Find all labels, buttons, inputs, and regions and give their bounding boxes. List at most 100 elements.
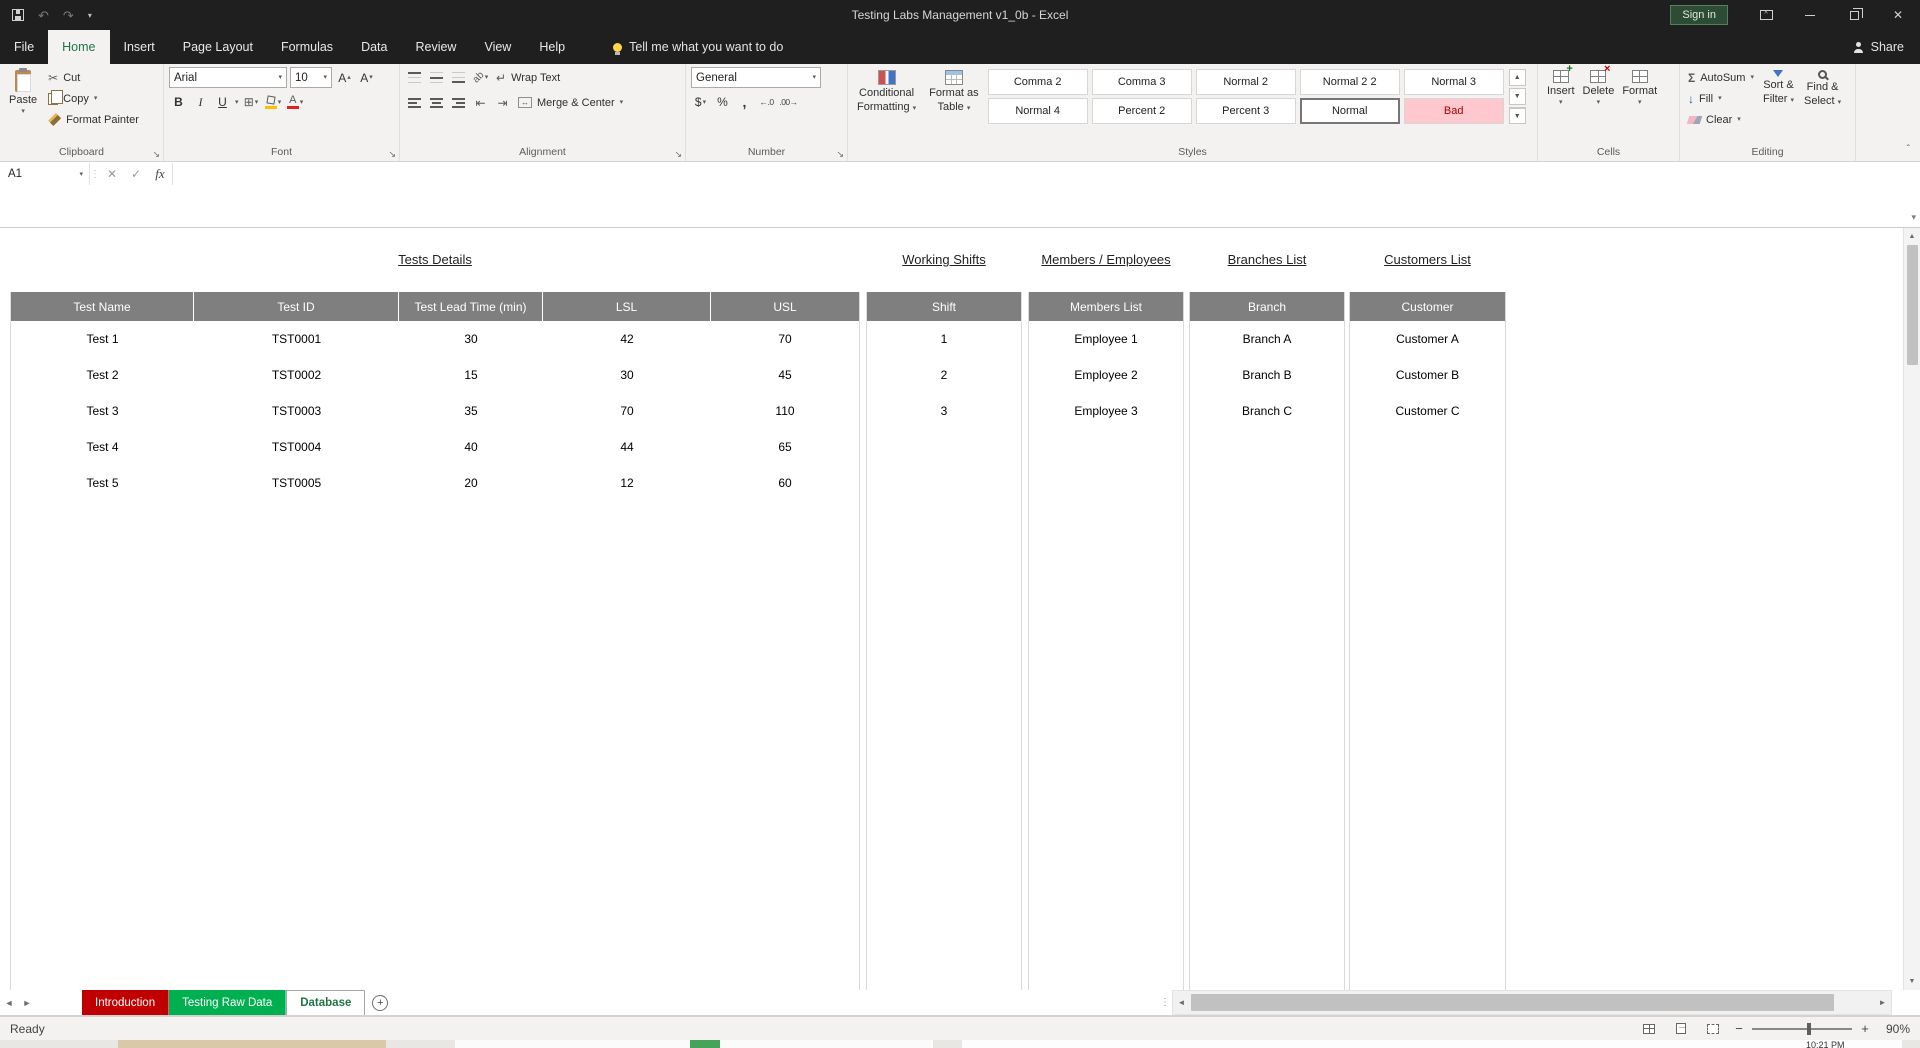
style-cell[interactable]: Comma 3: [1091, 69, 1192, 95]
horizontal-scrollbar[interactable]: ◄ ►: [1172, 990, 1892, 1015]
merge-center-button[interactable]: ↔ Merge & Center ▾: [515, 92, 626, 113]
italic-button[interactable]: I: [191, 92, 210, 112]
gallery-more-icon[interactable]: ▼: [1508, 107, 1526, 124]
font-name-combo[interactable]: Arial ▾: [169, 67, 287, 88]
underline-button[interactable]: U: [213, 92, 232, 112]
increase-indent-button[interactable]: ⇥: [493, 93, 512, 113]
decrease-indent-button[interactable]: ⇤: [471, 93, 490, 113]
column-header-cell[interactable]: Branch: [1190, 292, 1344, 321]
align-right-button[interactable]: [449, 93, 468, 113]
cell[interactable]: TST0002: [194, 357, 399, 393]
sort-filter-button[interactable]: Sort & Filter ▾: [1759, 67, 1798, 130]
cell[interactable]: 45: [711, 357, 859, 393]
cell[interactable]: Branch C: [1190, 393, 1344, 429]
collapse-ribbon-icon[interactable]: ˆ: [1907, 144, 1910, 155]
cell[interactable]: Customer C: [1350, 393, 1505, 429]
tab-review[interactable]: Review: [401, 30, 470, 64]
delete-cells-button[interactable]: × Delete ▾: [1579, 64, 1619, 107]
cell[interactable]: 30: [399, 321, 543, 357]
cell[interactable]: Test 5: [11, 465, 194, 501]
accounting-format-button[interactable]: $ ▾: [691, 92, 710, 112]
style-cell[interactable]: Normal 4: [987, 98, 1088, 124]
tab-formulas[interactable]: Formulas: [267, 30, 347, 64]
cell[interactable]: Branch A: [1190, 321, 1344, 357]
tab-insert[interactable]: Insert: [110, 30, 169, 64]
cell[interactable]: Employee 3: [1029, 393, 1183, 429]
sign-in-button[interactable]: Sign in: [1670, 5, 1728, 25]
gallery-down-icon[interactable]: ▼: [1508, 88, 1526, 105]
formula-bar-splitter[interactable]: ⋮: [90, 169, 100, 180]
members-employees-title[interactable]: Members / Employees: [1028, 252, 1184, 267]
alignment-dialog-launcher-icon[interactable]: ↘: [674, 150, 682, 159]
vertical-scrollbar[interactable]: ▲ ▼: [1903, 228, 1920, 990]
insert-cells-button[interactable]: + Insert ▾: [1543, 64, 1579, 107]
formula-bar-collapse-icon[interactable]: ▾: [1911, 212, 1916, 223]
share-button[interactable]: Share: [1853, 30, 1920, 64]
redo-icon[interactable]: ↷: [63, 9, 74, 22]
cell[interactable]: Customer B: [1350, 357, 1505, 393]
cell[interactable]: Test 2: [11, 357, 194, 393]
fill-button[interactable]: ↓ Fill ▾: [1685, 88, 1757, 109]
normal-view-button[interactable]: [1636, 1020, 1662, 1038]
conditional-formatting-button[interactable]: Conditional Formatting ▾: [853, 67, 920, 113]
increase-font-size-button[interactable]: A ▴: [335, 68, 354, 88]
autosum-button[interactable]: Σ AutoSum ▾: [1685, 67, 1757, 88]
sheet-nav-left-icon[interactable]: ◄: [0, 990, 18, 1015]
style-cell[interactable]: Comma 2: [987, 69, 1088, 95]
enter-button[interactable]: ✓: [124, 163, 148, 185]
customize-qat-icon[interactable]: ▾: [88, 11, 92, 20]
tab-file[interactable]: File: [0, 30, 48, 64]
cell[interactable]: 12: [543, 465, 711, 501]
column-header-cell[interactable]: Test Name: [11, 292, 194, 321]
worksheet[interactable]: Tests Details Test Name Test ID Test Lea…: [0, 228, 1903, 990]
restore-button[interactable]: [1832, 0, 1876, 30]
tab-data[interactable]: Data: [347, 30, 401, 64]
style-cell-normal-selected[interactable]: Normal: [1299, 98, 1400, 124]
fill-color-button[interactable]: ▾: [264, 92, 283, 112]
tab-view[interactable]: View: [470, 30, 525, 64]
cell[interactable]: 2: [867, 357, 1021, 393]
cell[interactable]: TST0001: [194, 321, 399, 357]
zoom-in-button[interactable]: +: [1858, 1021, 1872, 1036]
ribbon-display-options-button[interactable]: ^: [1744, 0, 1788, 30]
horizontal-scrollbar-thumb[interactable]: [1191, 994, 1834, 1011]
cell[interactable]: 70: [711, 321, 859, 357]
sheet-tab-introduction[interactable]: Introduction: [82, 990, 170, 1015]
tell-me-search[interactable]: Tell me what you want to do: [613, 30, 783, 64]
borders-button[interactable]: ⊞ ▾: [242, 92, 261, 112]
middle-align-button[interactable]: [427, 68, 446, 88]
increase-decimal-button[interactable]: ←.0: [757, 92, 776, 112]
tests-details-title[interactable]: Tests Details: [10, 252, 860, 267]
number-dialog-launcher-icon[interactable]: ↘: [836, 150, 844, 159]
orientation-button[interactable]: ab ▾: [470, 68, 490, 88]
column-header-cell[interactable]: Shift: [867, 292, 1021, 321]
working-shifts-title[interactable]: Working Shifts: [866, 252, 1022, 267]
style-cell-bad[interactable]: Bad: [1403, 98, 1504, 124]
decrease-font-size-button[interactable]: A ▾: [357, 68, 376, 88]
column-header-cell[interactable]: LSL: [543, 292, 711, 321]
cell[interactable]: 42: [543, 321, 711, 357]
gallery-up-icon[interactable]: ▲: [1508, 69, 1526, 86]
cell[interactable]: Branch B: [1190, 357, 1344, 393]
style-cell[interactable]: Percent 2: [1091, 98, 1192, 124]
cell[interactable]: 20: [399, 465, 543, 501]
cell[interactable]: 60: [711, 465, 859, 501]
scroll-down-icon[interactable]: ▼: [1904, 973, 1920, 990]
underline-dropdown-icon[interactable]: ▾: [235, 99, 239, 106]
zoom-slider-thumb[interactable]: [1807, 1022, 1811, 1035]
style-cell[interactable]: Normal 3: [1403, 69, 1504, 95]
style-cell[interactable]: Percent 3: [1195, 98, 1296, 124]
cut-button[interactable]: ✂ Cut: [45, 67, 142, 88]
cell[interactable]: 40: [399, 429, 543, 465]
scroll-left-icon[interactable]: ◄: [1173, 991, 1190, 1014]
bold-button[interactable]: B: [169, 92, 188, 112]
customers-list-title[interactable]: Customers List: [1349, 252, 1506, 267]
formula-input[interactable]: [172, 163, 1920, 185]
align-left-button[interactable]: [405, 93, 424, 113]
sheet-tab-database[interactable]: Database: [286, 990, 366, 1015]
cancel-button[interactable]: ✕: [100, 163, 124, 185]
sheet-tab-testing-raw-data[interactable]: Testing Raw Data: [169, 990, 287, 1015]
cell[interactable]: 70: [543, 393, 711, 429]
cell[interactable]: 65: [711, 429, 859, 465]
tab-page-layout[interactable]: Page Layout: [169, 30, 267, 64]
